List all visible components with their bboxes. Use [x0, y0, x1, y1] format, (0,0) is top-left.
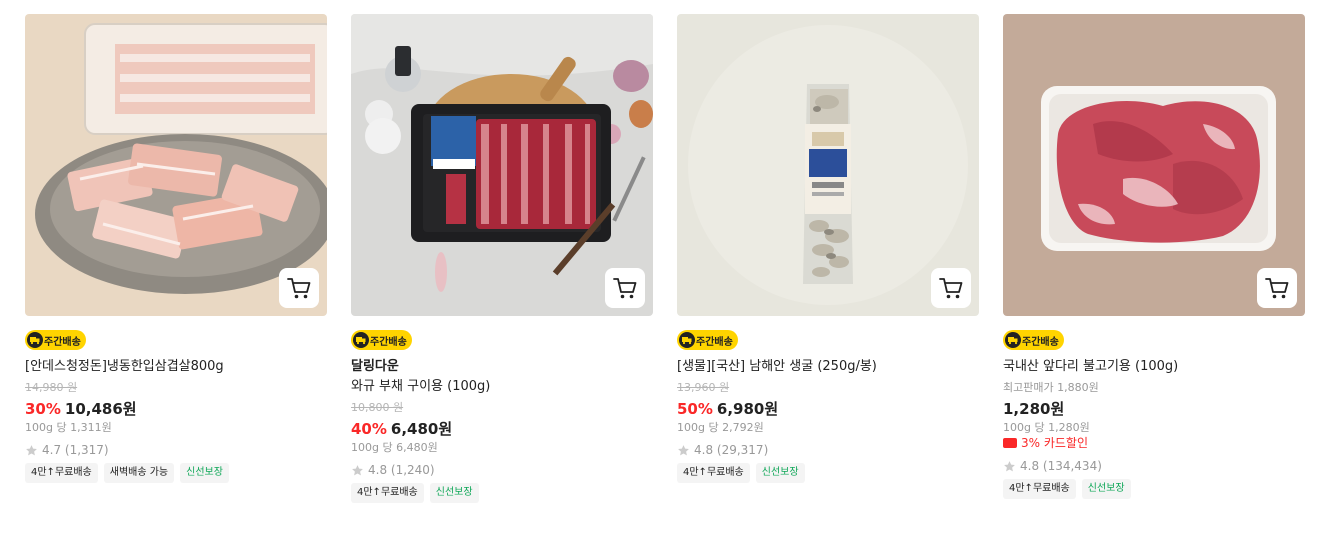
- card-discount-text: 3% 카드할인: [1021, 436, 1089, 450]
- unit-price: 100g 당 2,792원: [677, 421, 764, 434]
- product-name[interactable]: 국내산 앞다리 불고기용 (100g): [1003, 358, 1305, 376]
- tag-free-shipping: 4만↑무료배송: [677, 463, 750, 483]
- tag-list: 4만↑무료배송 신선보장: [351, 483, 653, 503]
- star-icon: [352, 464, 363, 475]
- product-grid: 주간배송 [안데스청정돈]냉동한입삼겹살800g 14,980 원 30% 10,…: [0, 0, 1317, 555]
- tag-dawn-delivery: 새벽배송 가능: [103, 463, 175, 483]
- star-icon: [678, 444, 689, 455]
- discount-rate: 40%: [351, 420, 387, 438]
- tag-fresh-guarantee: 신선보장: [180, 463, 229, 483]
- price-row: 30% 10,486원: [25, 398, 327, 420]
- product-name[interactable]: 와규 부채 구이용 (100g): [351, 378, 653, 396]
- truck-icon: [1005, 332, 1021, 348]
- badge-label: 주간배송: [44, 336, 81, 348]
- tag-free-shipping: 4만↑무료배송: [351, 483, 424, 503]
- product-image[interactable]: [351, 14, 653, 316]
- unit-price: 100g 당 1,280원: [1003, 421, 1090, 434]
- truck-icon: [27, 332, 43, 348]
- discount-rate: 50%: [677, 400, 713, 418]
- rating-text: 4.8 (1,240): [368, 463, 435, 477]
- sale-price: 1,280원: [1003, 400, 1065, 418]
- tag-list: 4만↑무료배송 신선보장: [677, 463, 979, 483]
- price-row: 1,280원: [1003, 398, 1305, 420]
- product-image[interactable]: [677, 14, 979, 316]
- unit-price: 100g 당 1,311원: [25, 421, 112, 434]
- cart-icon: [613, 278, 637, 299]
- tag-list: 4만↑무료배송 신선보장: [1003, 479, 1305, 499]
- product-card[interactable]: 주간배송 달링다운 와규 부채 구이용 (100g) 10,800 원 40% 6…: [351, 14, 653, 503]
- max-sale-price: 최고판매가 1,880원: [1003, 381, 1099, 394]
- tag-fresh-guarantee: 신선보장: [1081, 479, 1131, 499]
- truck-icon: [353, 332, 369, 348]
- original-price: 14,980 원: [25, 381, 78, 394]
- unit-price: 100g 당 6,480원: [351, 441, 438, 454]
- rating-text: 4.8 (29,317): [694, 443, 769, 457]
- rating: 4.8 (1,240): [351, 461, 653, 479]
- tag-fresh-guarantee: 신선보장: [755, 463, 805, 483]
- product-name[interactable]: [안데스청정돈]냉동한입삼겹살800g: [25, 358, 327, 376]
- tag-free-shipping: 4만↑무료배송: [25, 463, 98, 483]
- sale-price: 6,980원: [716, 400, 779, 418]
- product-card[interactable]: 주간배송 [생물][국산] 남해안 생굴 (250g/봉) 13,960 원 5…: [677, 14, 979, 483]
- sale-price: 6,480원: [390, 420, 453, 438]
- product-image[interactable]: [1003, 14, 1305, 316]
- tag-fresh-guarantee: 신선보장: [429, 483, 479, 503]
- brand-name[interactable]: 달링다운: [351, 358, 653, 376]
- rating: 4.8 (29,317): [677, 441, 979, 459]
- card-discount: 3% 카드할인: [1003, 435, 1305, 451]
- weekly-delivery-badge: 주간배송: [25, 330, 86, 350]
- star-icon: [26, 444, 37, 455]
- discount-rate: 30%: [25, 400, 61, 418]
- price-row: 50% 6,980원: [677, 398, 979, 420]
- badge-label: 주간배송: [696, 336, 733, 348]
- cart-icon: [287, 278, 311, 299]
- add-to-cart-button[interactable]: [931, 268, 971, 308]
- truck-icon: [679, 332, 695, 348]
- credit-card-icon: [1003, 438, 1017, 448]
- sale-price: 10,486원: [64, 400, 137, 418]
- weekly-delivery-badge: 주간배송: [351, 330, 412, 350]
- rating-text: 4.7 (1,317): [42, 443, 109, 457]
- product-card[interactable]: 주간배송 국내산 앞다리 불고기용 (100g) 최고판매가 1,880원 1,…: [1003, 14, 1305, 499]
- product-image[interactable]: [25, 14, 327, 316]
- add-to-cart-button[interactable]: [605, 268, 645, 308]
- star-icon: [1004, 460, 1015, 471]
- badge-label: 주간배송: [370, 336, 407, 348]
- product-card[interactable]: 주간배송 [안데스청정돈]냉동한입삼겹살800g 14,980 원 30% 10,…: [25, 14, 327, 483]
- weekly-delivery-badge: 주간배송: [677, 330, 738, 350]
- tag-free-shipping: 4만↑무료배송: [1003, 479, 1076, 499]
- rating: 4.7 (1,317): [25, 441, 327, 459]
- original-price: 10,800 원: [351, 401, 404, 414]
- add-to-cart-button[interactable]: [279, 268, 319, 308]
- rating: 4.8 (134,434): [1003, 457, 1305, 475]
- tag-list: 4만↑무료배송 새벽배송 가능 신선보장: [25, 463, 327, 483]
- weekly-delivery-badge: 주간배송: [1003, 330, 1064, 350]
- price-row: 40% 6,480원: [351, 418, 653, 440]
- rating-text: 4.8 (134,434): [1020, 459, 1102, 473]
- original-price: 13,960 원: [677, 381, 730, 394]
- badge-label: 주간배송: [1022, 336, 1059, 348]
- cart-icon: [939, 278, 963, 299]
- add-to-cart-button[interactable]: [1257, 268, 1297, 308]
- cart-icon: [1265, 278, 1289, 299]
- product-name[interactable]: [생물][국산] 남해안 생굴 (250g/봉): [677, 358, 979, 376]
